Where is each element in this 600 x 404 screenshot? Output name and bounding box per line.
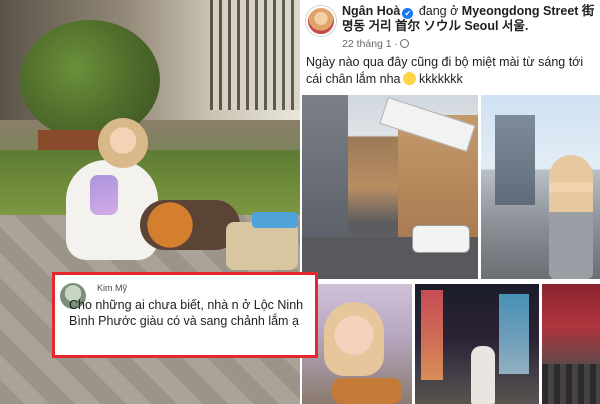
photo-food — [332, 378, 402, 404]
post-author-name[interactable]: Ngân Hoà — [342, 4, 400, 18]
highlighted-comment: Kim Mỹ Cho những ai chưa biết, nhà n ở L… — [52, 272, 318, 358]
facebook-post: Ngân Hoà ✔ đang ở Myeongdong Street 街 명동 … — [300, 0, 600, 404]
photo-bucket — [252, 212, 298, 228]
photo-neon-sign-left — [421, 290, 443, 380]
photo-tub — [226, 222, 298, 270]
photo-car — [412, 225, 470, 253]
globe-icon — [400, 39, 410, 48]
post-date: 22 tháng 1 · — [342, 38, 399, 50]
photo-crowd — [542, 364, 600, 404]
post-photo-street[interactable] — [302, 95, 478, 279]
post-header: Ngân Hoà ✔ đang ở Myeongdong Street 街 명동 … — [342, 4, 598, 34]
photo-woman — [549, 155, 593, 279]
post-caption: Ngày nào qua đây cũng đi bộ miệt mài từ … — [306, 54, 598, 88]
caption-tail: kkkkkkk — [415, 72, 463, 86]
photo-tower — [495, 115, 535, 205]
photo-dog — [140, 200, 240, 250]
post-photo-selfie[interactable] — [302, 284, 412, 404]
laughing-emoji-icon — [402, 72, 416, 85]
post-photo-night-street[interactable] — [415, 284, 539, 404]
photo-shirt-print — [90, 175, 118, 215]
photo-fence — [210, 0, 300, 110]
commenter-name[interactable]: Kim Mỹ — [97, 283, 127, 293]
comment-text: Cho những ai chưa biết, nhà n ở Lộc Ninh… — [69, 298, 304, 328]
photo-building-left — [302, 95, 348, 245]
photo-face — [324, 302, 384, 376]
photo-girl-head — [98, 118, 148, 168]
post-photo-night-crowd[interactable] — [542, 284, 600, 404]
photo-person — [471, 346, 495, 404]
photo-tree — [20, 20, 160, 140]
post-timestamp[interactable]: 22 tháng 1 · — [342, 38, 410, 50]
photo-neon-sign-right — [499, 294, 529, 374]
verified-badge-icon: ✔ — [402, 8, 414, 19]
checkin-text: đang ở — [415, 4, 462, 18]
author-avatar[interactable] — [306, 6, 336, 36]
post-photo-city-portrait[interactable] — [481, 95, 600, 279]
